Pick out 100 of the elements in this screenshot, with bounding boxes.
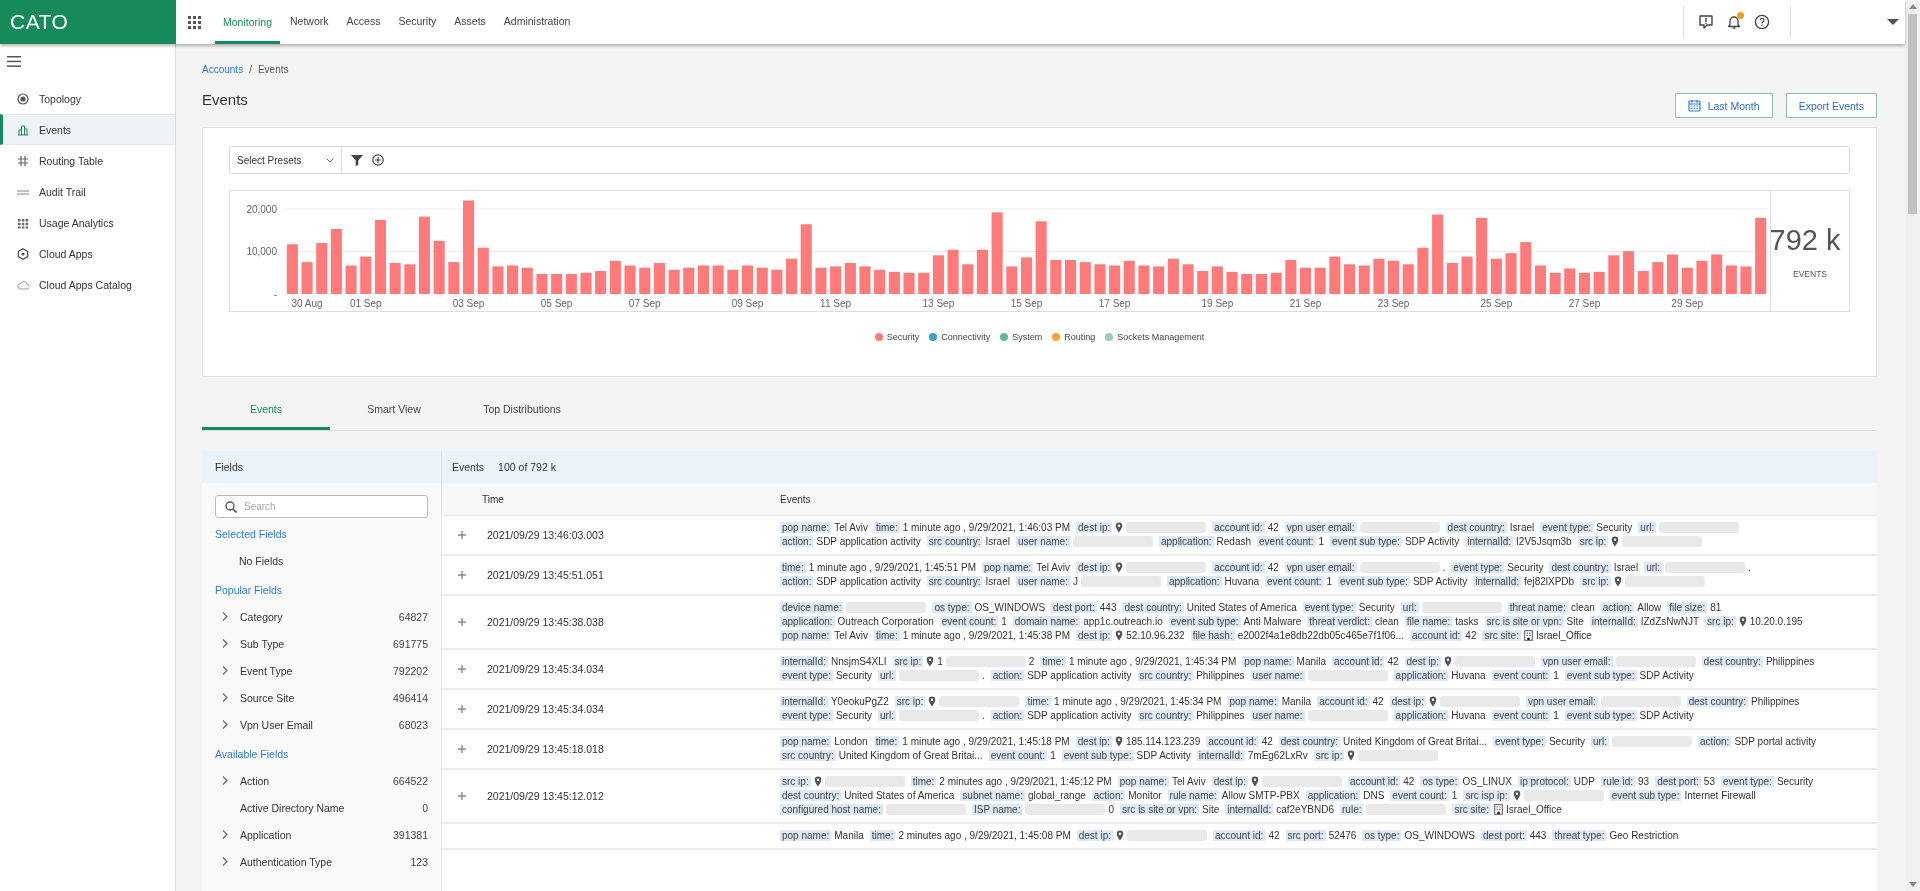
field-key[interactable]: event sub type: <box>1609 790 1682 801</box>
field-key[interactable]: dest ip: <box>1076 630 1113 641</box>
field-name[interactable]: Action <box>240 774 393 787</box>
field-value[interactable]: SDP Activity <box>1639 670 1694 681</box>
field-key[interactable]: event count: <box>988 750 1048 761</box>
sidebar-item[interactable]: Cloud Apps Catalog <box>0 269 175 300</box>
chart-bar[interactable] <box>1065 260 1077 294</box>
filter-icon[interactable] <box>351 154 363 166</box>
chart-bar[interactable] <box>374 220 386 294</box>
field-value[interactable]: Philippines <box>1196 670 1245 681</box>
sidebar-item[interactable]: Events <box>0 114 175 145</box>
chart-bar[interactable] <box>1285 260 1297 294</box>
field-value[interactable]: 1 <box>1451 790 1458 801</box>
chart-bar[interactable] <box>580 272 592 295</box>
field-value[interactable]: Security <box>1507 562 1544 573</box>
field-key[interactable]: pop name: <box>982 562 1034 573</box>
field-value[interactable]: caf2eYBND6 <box>1276 804 1335 815</box>
field-key[interactable]: user name: <box>1015 536 1070 547</box>
chart-bar[interactable] <box>1153 266 1165 294</box>
field-key[interactable]: event sub type: <box>1330 536 1402 547</box>
chart-bar[interactable] <box>859 266 871 294</box>
chart-bar[interactable] <box>389 263 401 294</box>
field-key[interactable]: time: <box>874 630 900 641</box>
field-value[interactable]: 2 <box>1028 656 1035 667</box>
field-key[interactable]: action: <box>990 710 1025 721</box>
chart-bar[interactable] <box>903 272 915 295</box>
field-key[interactable]: event count: <box>1257 536 1316 547</box>
field-name[interactable]: Active Directory Name <box>240 801 423 814</box>
sidebar-item[interactable]: Routing Table <box>0 145 175 176</box>
field-value[interactable]: OS_WINDOWS <box>1404 830 1476 841</box>
field-key[interactable]: internalId: <box>780 696 828 707</box>
chart-bar[interactable] <box>316 243 328 294</box>
legend-label[interactable]: Connectivity <box>941 332 991 342</box>
chart-bar[interactable] <box>1241 274 1253 294</box>
field-name[interactable]: Vpn User Email <box>240 718 399 731</box>
chart-bar[interactable] <box>1035 221 1047 294</box>
field-value[interactable]: 42 <box>1403 776 1415 787</box>
field-key[interactable]: domain name: <box>1012 616 1081 627</box>
field-value[interactable]: 42 <box>1372 696 1384 707</box>
field-value[interactable]: 81 <box>1710 602 1722 613</box>
chart-bar[interactable] <box>1564 268 1576 294</box>
export-button[interactable]: Export Events <box>1785 93 1877 118</box>
chart-bar[interactable] <box>1725 265 1737 294</box>
chart-bar[interactable] <box>1314 267 1326 295</box>
field-key[interactable]: internalId: <box>1196 750 1245 761</box>
nav-tab[interactable]: Network <box>282 0 337 44</box>
chart-bar[interactable] <box>1344 264 1356 295</box>
field-value[interactable]: . <box>1748 562 1751 573</box>
field-value[interactable]: Israel <box>1509 522 1535 533</box>
field-value[interactable]: 443 <box>1529 830 1547 841</box>
field-value[interactable]: 42 <box>1261 736 1273 747</box>
chart-bar[interactable] <box>888 271 900 294</box>
chart-bar[interactable] <box>1608 255 1620 294</box>
field-value[interactable]: 2 minutes ago , 9/29/2021, 1:45:12 PM <box>939 776 1112 787</box>
chevron-right-icon[interactable] <box>222 693 228 702</box>
field-key[interactable]: url: <box>878 710 896 721</box>
field-key[interactable]: vpn user email: <box>1525 696 1598 707</box>
field-value[interactable]: J <box>1072 576 1078 587</box>
field-key[interactable]: account id: <box>1213 830 1266 841</box>
field-value[interactable]: Allow <box>1637 602 1662 613</box>
field-key[interactable]: src ip: <box>894 696 926 707</box>
chart-bar[interactable] <box>1094 264 1106 295</box>
field-value[interactable]: United Kingdom of Great Britai... <box>1343 736 1487 747</box>
chart-bar[interactable] <box>1226 271 1238 294</box>
field-key[interactable]: dest ip: <box>1211 776 1248 787</box>
chart-bar[interactable] <box>874 269 886 294</box>
field-key[interactable]: dest country: <box>1445 522 1507 533</box>
chart-bar[interactable] <box>830 266 842 294</box>
chart-bar[interactable] <box>668 269 680 294</box>
field-value[interactable]: 185.114.123.239 <box>1125 736 1201 747</box>
field-key[interactable]: url: <box>1400 602 1419 613</box>
field-key[interactable]: dest ip: <box>1389 696 1426 707</box>
field-key[interactable]: event sub type: <box>1061 750 1134 761</box>
field-value[interactable]: Israel_Office <box>1505 804 1562 815</box>
field-key[interactable]: vpn user email: <box>1284 562 1357 573</box>
field-value[interactable]: Security <box>1358 602 1395 613</box>
field-value[interactable]: Security <box>1776 776 1813 787</box>
field-value[interactable]: 1 minute ago , 9/29/2021, 1:45:34 PM <box>1068 656 1237 667</box>
field-key[interactable]: os type: <box>1362 830 1402 841</box>
field-value[interactable]: SDP Activity <box>1639 710 1694 721</box>
chart-bar[interactable] <box>1358 265 1370 294</box>
chart-bar[interactable] <box>551 274 563 294</box>
field-key[interactable]: event type: <box>780 710 833 721</box>
field-value[interactable]: Security <box>835 710 873 721</box>
field-value[interactable]: Manila <box>834 830 864 841</box>
field-key[interactable]: action: <box>780 536 814 547</box>
view-tab[interactable]: Smart View <box>330 398 458 430</box>
field-key[interactable]: src site: <box>1452 804 1491 815</box>
sidebar-item[interactable]: Usage Analytics <box>0 207 175 238</box>
field-key[interactable]: event count: <box>1390 790 1449 801</box>
chart-bar[interactable] <box>1505 253 1517 294</box>
field-key[interactable]: user name: <box>1015 576 1070 587</box>
chart-bar[interactable] <box>521 267 533 295</box>
field-key[interactable]: threat type: <box>1552 830 1607 841</box>
field-key[interactable]: time: <box>874 522 900 533</box>
field-key[interactable]: src country: <box>926 536 983 547</box>
field-value[interactable]: SDP application activity <box>816 576 921 587</box>
field-key[interactable]: file name: <box>1404 616 1453 627</box>
field-value[interactable]: Security <box>835 670 873 681</box>
chart-bar[interactable] <box>1021 257 1033 294</box>
